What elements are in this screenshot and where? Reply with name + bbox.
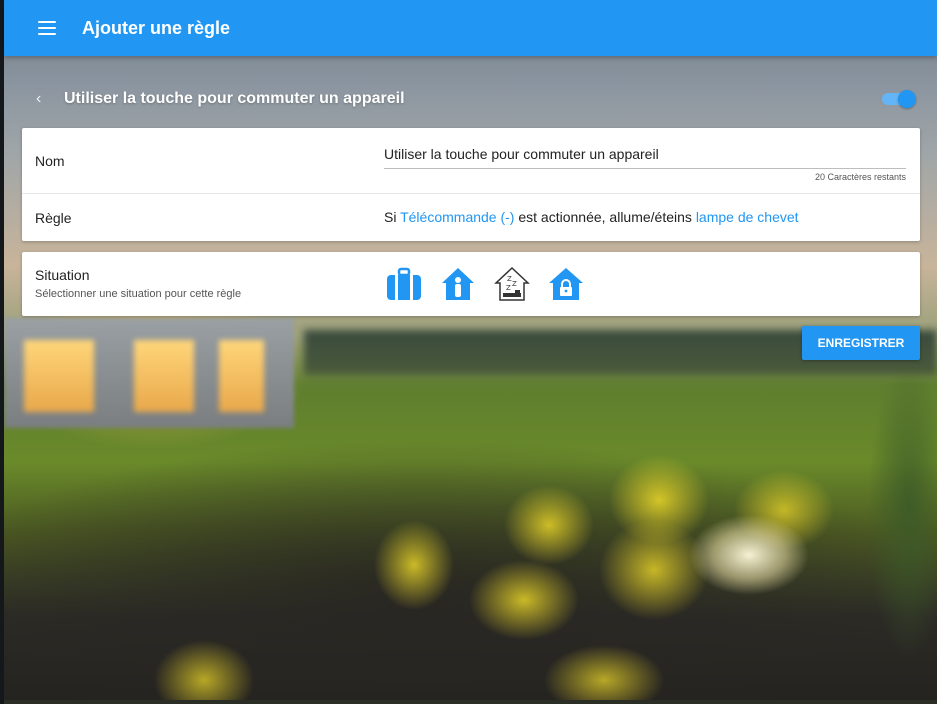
background-window xyxy=(24,340,94,412)
page-title: Ajouter une règle xyxy=(82,17,231,38)
rule-header-title: Utiliser la touche pour commuter un appa… xyxy=(64,90,405,107)
app-bar: Ajouter une règle xyxy=(4,0,937,56)
window-edge xyxy=(0,0,4,704)
name-row: Nom 20 Caractères restants xyxy=(22,128,920,194)
situation-title: Situation xyxy=(35,267,90,283)
situation-icons: Z Z Z xyxy=(386,266,602,302)
background-shrub xyxy=(867,360,937,660)
suitcase-icon[interactable] xyxy=(386,266,422,302)
rule-sentence: Si Télécommande (-) est actionnée, allum… xyxy=(384,209,799,225)
rule-middle-text: est actionnée, allume/éteins xyxy=(514,209,696,225)
rule-label: Règle xyxy=(35,210,72,226)
back-chevron-icon[interactable]: ‹ xyxy=(36,90,52,108)
background-window xyxy=(134,340,194,412)
name-input[interactable] xyxy=(384,146,906,169)
save-button[interactable]: ENREGISTRER xyxy=(802,326,920,360)
rule-enabled-toggle[interactable] xyxy=(882,90,916,108)
remaining-characters: 20 Caractères restants xyxy=(814,172,906,182)
name-label: Nom xyxy=(35,153,65,169)
sleep-zzz-icon[interactable]: Z Z Z xyxy=(494,266,530,302)
situation-subtitle: Sélectionner une situation pour cette rè… xyxy=(35,288,242,300)
rule-row: Règle Si Télécommande (-) est actionnée,… xyxy=(22,194,920,241)
rule-prefix: Si xyxy=(384,209,401,225)
toggle-knob xyxy=(898,90,916,108)
svg-text:Z: Z xyxy=(512,280,517,288)
lock-home-icon[interactable] xyxy=(548,266,584,302)
rule-details-card: Nom 20 Caractères restants Règle Si Télé… xyxy=(22,128,920,241)
person-at-home-icon[interactable] xyxy=(440,266,476,302)
trigger-device-link[interactable]: Télécommande (-) xyxy=(400,209,514,225)
svg-text:Z: Z xyxy=(506,284,511,292)
menu-icon[interactable] xyxy=(38,21,56,35)
target-device-link[interactable]: lampe de chevet xyxy=(696,209,799,225)
name-field: 20 Caractères restants xyxy=(384,146,906,182)
background-window xyxy=(219,340,264,412)
rule-header: ‹ Utiliser la touche pour commuter un ap… xyxy=(22,82,922,116)
situation-card: Situation Sélectionner une situation pou… xyxy=(22,252,920,316)
